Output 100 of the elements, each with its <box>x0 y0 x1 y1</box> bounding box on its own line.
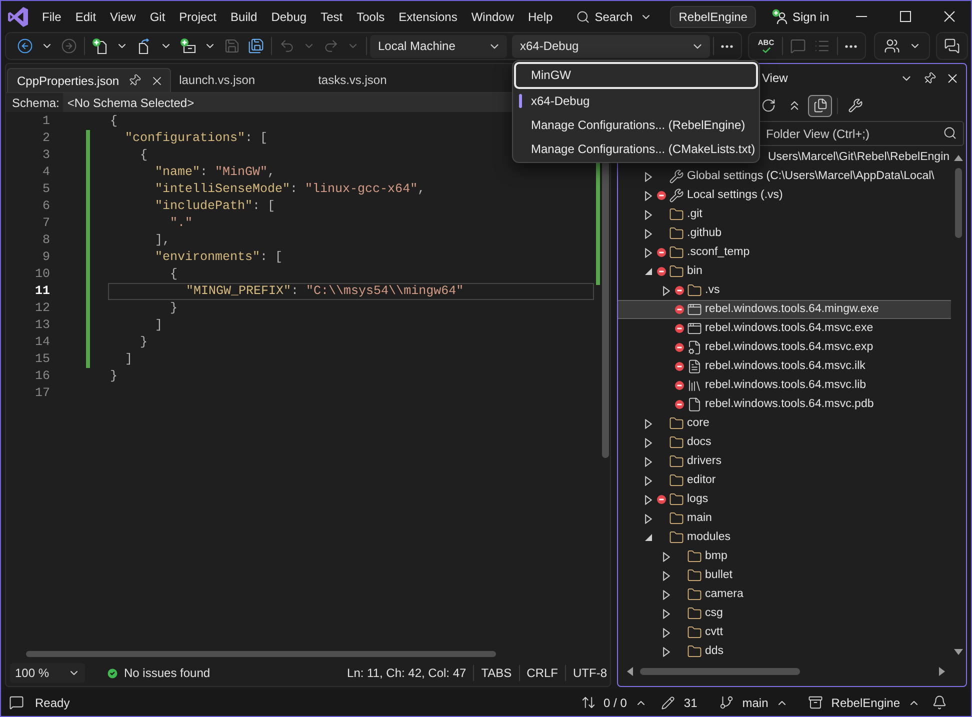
tree-item[interactable]: bin <box>640 263 702 280</box>
horizontal-scrollbar-thumb[interactable] <box>26 651 496 657</box>
zoom-combobox[interactable]: 100 % <box>10 663 85 683</box>
expand-arrow-icon[interactable] <box>644 190 652 200</box>
tree-item[interactable]: bmp <box>658 548 728 565</box>
tree-item[interactable]: Users\Marcel\Git\Rebel\RebelEngin <box>768 148 950 166</box>
expand-arrow-icon[interactable] <box>644 438 652 448</box>
indentation-mode[interactable]: TABS <box>481 664 512 682</box>
menu-item[interactable]: View <box>103 4 143 28</box>
code-line: "environments": [ <box>155 249 283 266</box>
expand-arrow-icon[interactable] <box>644 248 652 258</box>
tree-item[interactable]: cvtt <box>658 624 723 641</box>
menu-item[interactable]: Edit <box>68 4 104 28</box>
expand-arrow-icon[interactable] <box>644 210 652 220</box>
tree-item[interactable]: .git <box>640 206 702 223</box>
collapse-arrow-icon[interactable] <box>644 534 652 541</box>
window-icon <box>686 302 702 317</box>
expand-arrow-icon[interactable] <box>644 494 652 504</box>
editor-tab[interactable]: tasks.vs.json <box>310 68 450 92</box>
tree-item[interactable]: rebel.windows.tools.64.mingw.exe <box>658 301 879 318</box>
circle-arrow-right-icon <box>61 38 77 54</box>
scroll-down-icon[interactable] <box>954 649 963 655</box>
menu-item[interactable]: Window <box>464 4 522 28</box>
line-number: 5 <box>41 181 50 198</box>
tree-item[interactable]: .github <box>640 225 722 242</box>
tree-item[interactable]: .vs <box>658 282 720 299</box>
editor-tab[interactable]: launch.vs.json <box>171 68 310 92</box>
code-line: ] <box>155 317 163 334</box>
issues-status: No issues found <box>124 665 210 682</box>
horizontal-scrollbar-thumb[interactable] <box>640 668 800 674</box>
tree-item[interactable]: rebel.windows.tools.64.msvc.exe <box>658 320 874 337</box>
expand-arrow-icon[interactable] <box>644 456 652 466</box>
speech-bubble-icon[interactable] <box>9 695 24 710</box>
tree-item[interactable]: Global settings (C:\Users\Marcel\AppData\Local\ <box>640 168 934 185</box>
repository-button[interactable]: RebelEngine <box>808 694 920 712</box>
expand-arrow-icon[interactable] <box>644 172 652 182</box>
expand-arrow-icon[interactable] <box>662 608 670 618</box>
expand-arrow-icon[interactable] <box>662 552 670 562</box>
scroll-up-icon[interactable] <box>954 155 963 161</box>
tree-item[interactable]: drivers <box>640 453 722 470</box>
menu-item[interactable]: Debug <box>264 4 314 28</box>
menu-item[interactable]: Build <box>224 4 264 28</box>
tree-item[interactable]: rebel.windows.tools.64.msvc.pdb <box>658 396 874 413</box>
line-number: 10 <box>34 266 50 284</box>
menu-item[interactable]: Extensions <box>392 4 464 28</box>
sync-button[interactable]: 0 / 0 <box>580 694 647 712</box>
configuration-combobox[interactable]: x64-Debug <box>512 34 710 58</box>
minimize-icon <box>856 16 866 17</box>
tree-item[interactable]: bullet <box>658 567 732 584</box>
expand-arrow-icon[interactable] <box>644 228 652 238</box>
tree-item[interactable]: Local settings (.vs) <box>640 187 783 204</box>
tree-item[interactable]: logs <box>640 491 708 508</box>
vertical-scrollbar-thumb[interactable] <box>955 168 962 238</box>
collapse-arrow-icon[interactable] <box>644 268 652 275</box>
tree-item[interactable]: dds <box>658 643 724 660</box>
changes-button[interactable]: 31 <box>660 694 698 712</box>
expand-arrow-icon[interactable] <box>644 476 652 486</box>
menu-item[interactable]: Help <box>521 4 560 28</box>
search-icon <box>576 10 590 24</box>
document-icon <box>686 359 702 374</box>
scroll-right-icon[interactable] <box>939 666 945 676</box>
tree-item[interactable]: docs <box>640 434 712 451</box>
expand-arrow-icon[interactable] <box>662 570 670 580</box>
menu-item[interactable]: Git <box>142 4 172 28</box>
expand-arrow-icon[interactable] <box>662 286 670 296</box>
close-icon <box>944 11 954 22</box>
expand-arrow-icon[interactable] <box>662 590 670 600</box>
configuration-combobox[interactable]: Local Machine <box>370 34 507 58</box>
menu-item[interactable]: File <box>35 4 68 28</box>
expand-arrow-icon[interactable] <box>644 418 652 428</box>
search-button[interactable]: Search <box>572 4 656 28</box>
editor-tab[interactable]: CppProperties.json <box>7 68 172 92</box>
tree-item[interactable]: csg <box>658 605 723 622</box>
tree-item[interactable]: modules <box>640 529 730 546</box>
tree-item[interactable]: camera <box>658 586 744 603</box>
gear-document-icon <box>686 340 702 355</box>
folder-icon <box>686 644 702 659</box>
dropdown-option[interactable]: MinGW <box>514 62 758 88</box>
tree-item[interactable]: core <box>640 415 710 432</box>
tree-item[interactable]: rebel.windows.tools.64.msvc.lib <box>658 377 866 394</box>
tree-item[interactable]: .sconf_temp <box>640 244 750 261</box>
branch-button[interactable]: main <box>719 694 788 712</box>
tree-item[interactable]: main <box>640 510 712 527</box>
code-line: { <box>110 113 118 130</box>
tree-item[interactable]: rebel.windows.tools.64.msvc.ilk <box>658 358 866 375</box>
tree-item[interactable]: rebel.windows.tools.64.msvc.exp <box>658 339 874 356</box>
folder-icon <box>668 207 684 222</box>
scroll-left-icon[interactable] <box>627 666 633 676</box>
sign-in-button[interactable]: Sign in <box>772 4 830 28</box>
tree-item[interactable]: editor <box>640 472 716 489</box>
menu-item[interactable]: Test <box>314 4 350 28</box>
menu-item[interactable]: Project <box>172 4 224 28</box>
menu-item[interactable]: Tools <box>350 4 392 28</box>
encoding[interactable]: UTF-8 <box>573 664 607 682</box>
bell-icon[interactable] <box>932 695 947 710</box>
expand-arrow-icon[interactable] <box>644 514 652 524</box>
show-all-files-button[interactable] <box>808 94 832 116</box>
expand-arrow-icon[interactable] <box>662 646 670 656</box>
line-endings[interactable]: CRLF <box>526 664 558 682</box>
expand-arrow-icon[interactable] <box>662 628 670 638</box>
